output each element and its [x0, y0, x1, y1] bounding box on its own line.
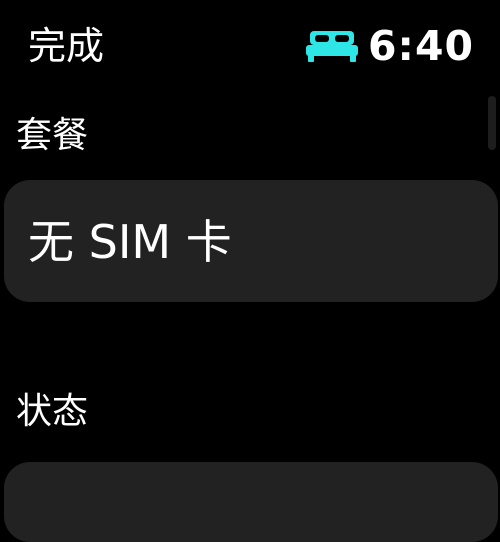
plan-card[interactable]: 无 SIM 卡 [4, 180, 498, 302]
clock-time: 6:40 [368, 22, 474, 70]
plan-section-title: 套餐 [16, 115, 89, 156]
status-section-title: 状态 [16, 391, 89, 432]
status-bar: 完成 6:40 [0, 0, 500, 92]
done-button[interactable]: 完成 [28, 20, 104, 72]
scroll-indicator[interactable] [488, 96, 496, 150]
bed-icon [304, 29, 360, 63]
plan-value: 无 SIM 卡 [28, 215, 232, 269]
status-card[interactable] [4, 462, 498, 542]
status-indicators: 6:40 [304, 20, 474, 72]
